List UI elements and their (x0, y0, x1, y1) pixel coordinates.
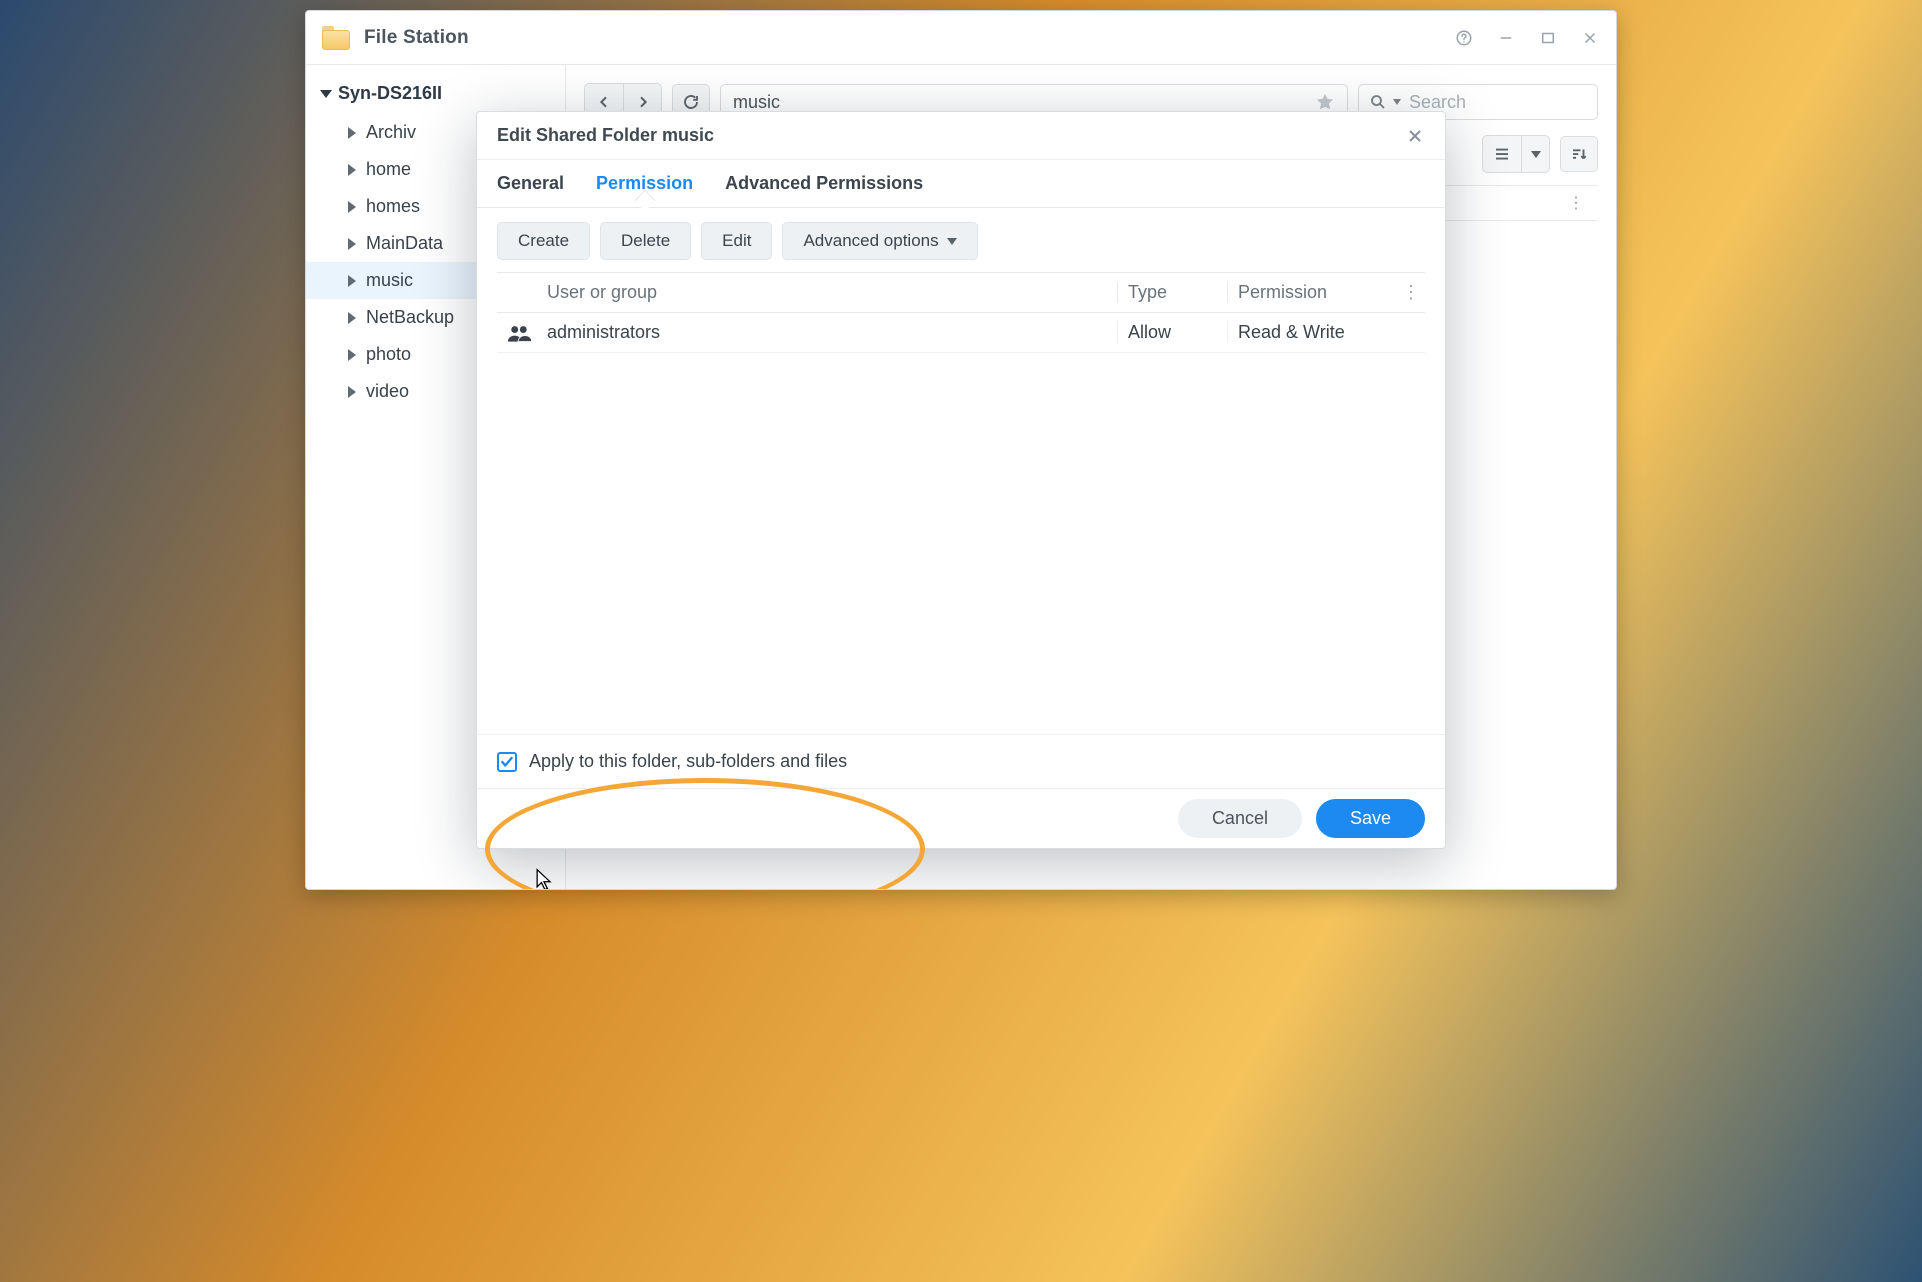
row-permission: Read & Write (1227, 322, 1397, 343)
tree-root[interactable]: Syn-DS216II (306, 77, 565, 114)
caret-right-icon (348, 201, 356, 213)
delete-button[interactable]: Delete (600, 222, 691, 260)
column-permission: Permission (1227, 282, 1397, 303)
tree-root-label: Syn-DS216II (338, 83, 442, 104)
chevron-down-icon (1531, 151, 1541, 158)
view-mode-dropdown[interactable] (1521, 136, 1549, 172)
dialog-close-button[interactable] (1405, 126, 1425, 146)
dialog-body: Create Delete Edit Advanced options User… (477, 208, 1445, 734)
list-view-button[interactable] (1483, 136, 1521, 172)
tree-item-label: Archiv (366, 122, 416, 143)
maximize-icon[interactable] (1538, 28, 1558, 48)
caret-right-icon (348, 312, 356, 324)
group-icon (497, 323, 541, 343)
permission-table-header: User or group Type Permission ⋮ (497, 273, 1425, 313)
chevron-down-icon (947, 238, 957, 245)
tree-item-label: homes (366, 196, 420, 217)
row-user: administrators (541, 322, 1117, 343)
dialog-title: Edit Shared Folder music (497, 125, 714, 146)
tab-advanced-permissions[interactable]: Advanced Permissions (725, 160, 923, 207)
search-icon (1369, 93, 1387, 111)
row-type: Allow (1117, 322, 1227, 343)
caret-right-icon (348, 238, 356, 250)
column-user: User or group (541, 282, 1117, 303)
dialog-tabs: General Permission Advanced Permissions (477, 160, 1445, 208)
tree-item-label: MainData (366, 233, 443, 254)
save-button[interactable]: Save (1316, 799, 1425, 838)
favorite-star-icon[interactable] (1315, 92, 1335, 112)
caret-right-icon (348, 275, 356, 287)
caret-right-icon (348, 127, 356, 139)
permission-button-row: Create Delete Edit Advanced options (497, 222, 1425, 260)
column-more-icon[interactable]: ⋮ (1397, 282, 1425, 303)
table-header-more-icon[interactable]: ⋮ (1562, 193, 1590, 213)
sort-button[interactable] (1560, 136, 1598, 172)
apply-row: Apply to this folder, sub-folders and fi… (477, 734, 1445, 788)
edit-shared-folder-dialog: Edit Shared Folder music General Permiss… (476, 111, 1446, 849)
window-controls (1454, 28, 1600, 48)
view-mode-group (1482, 135, 1550, 173)
tree-item-label: video (366, 381, 409, 402)
dialog-footer: Cancel Save (477, 788, 1445, 848)
edit-button[interactable]: Edit (701, 222, 772, 260)
search-placeholder: Search (1409, 92, 1466, 113)
permission-table: User or group Type Permission ⋮ administ… (497, 272, 1425, 353)
column-type: Type (1117, 282, 1227, 303)
help-icon[interactable] (1454, 28, 1474, 48)
cancel-button[interactable]: Cancel (1178, 799, 1302, 838)
caret-down-icon (320, 90, 332, 98)
close-icon[interactable] (1580, 28, 1600, 48)
apply-recursive-label: Apply to this folder, sub-folders and fi… (529, 751, 847, 772)
tree-item-label: home (366, 159, 411, 180)
tree-item-label: photo (366, 344, 411, 365)
chevron-down-icon (1393, 99, 1401, 105)
dialog-titlebar: Edit Shared Folder music (477, 112, 1445, 160)
advanced-options-dropdown[interactable]: Advanced options (782, 222, 977, 260)
tree-item-label: NetBackup (366, 307, 454, 328)
app-folder-icon (322, 26, 350, 50)
tab-general[interactable]: General (497, 160, 564, 207)
path-text: music (733, 92, 780, 113)
caret-right-icon (348, 386, 356, 398)
caret-right-icon (348, 164, 356, 176)
caret-right-icon (348, 349, 356, 361)
app-title: File Station (364, 27, 469, 49)
apply-recursive-checkbox[interactable] (497, 752, 517, 772)
file-station-window: File Station Syn-DS216II Archiv home (305, 10, 1617, 890)
titlebar: File Station (306, 11, 1616, 65)
permission-row[interactable]: administrators Allow Read & Write (497, 313, 1425, 353)
minimize-icon[interactable] (1496, 28, 1516, 48)
tree-item-label: music (366, 270, 413, 291)
tab-permission[interactable]: Permission (596, 160, 693, 207)
create-button[interactable]: Create (497, 222, 590, 260)
